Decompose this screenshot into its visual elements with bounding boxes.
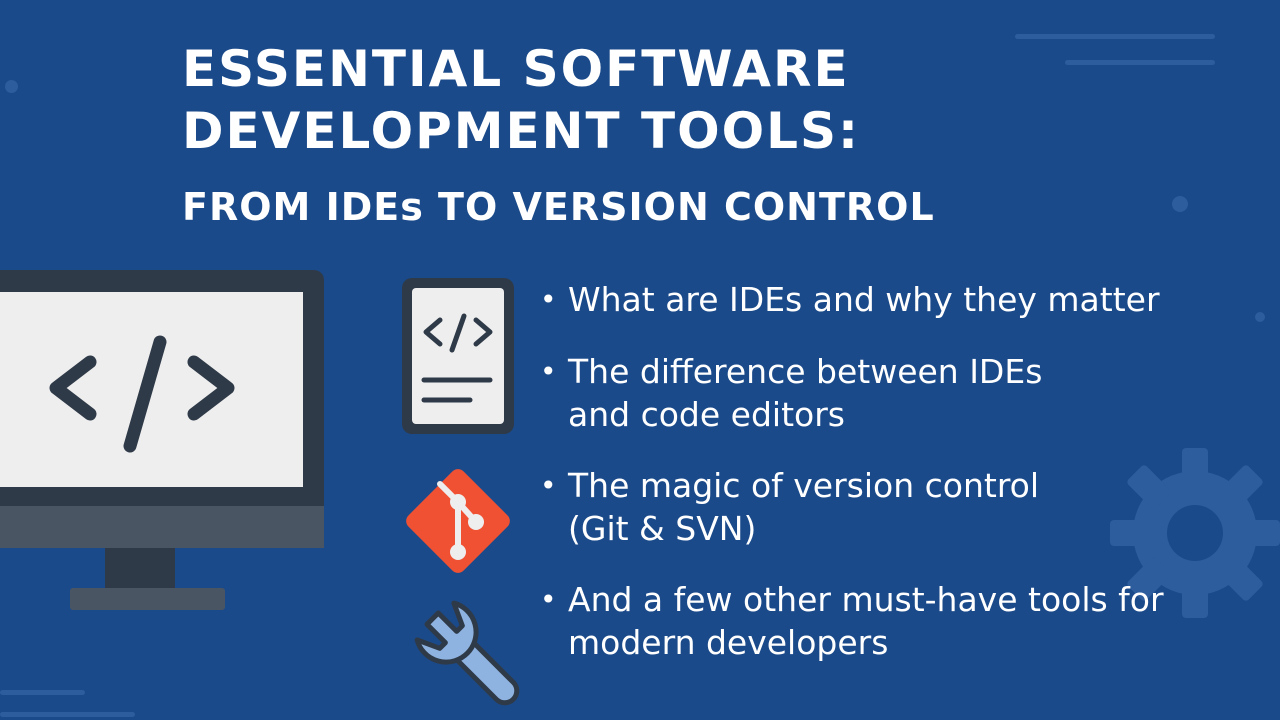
monitor-icon <box>0 270 324 610</box>
bullet-text: What are IDEs and why they matter <box>568 280 1160 319</box>
bullet-dot: • <box>540 283 557 316</box>
bullet-text: The difference between IDEs and code edi… <box>568 352 1043 434</box>
bullet-text: The magic of version control (Git & SVN) <box>568 466 1040 548</box>
list-item: • And a few other must-have tools for mo… <box>540 578 1168 664</box>
bullet-dot: • <box>540 355 557 388</box>
list-item: • The difference between IDEs and code e… <box>540 350 1088 436</box>
wrench-icon <box>414 600 520 706</box>
slide-title: ESSENTIAL SOFTWARE DEVELOPMENT TOOLS: <box>182 40 860 160</box>
list-item: • What are IDEs and why they matter <box>540 278 1218 321</box>
decor-dot <box>1255 312 1265 322</box>
slide-subtitle: FROM IDEs TO VERSION CONTROL <box>182 185 935 229</box>
decor-line <box>1065 60 1215 65</box>
decor-line <box>0 690 85 695</box>
bullet-dot: • <box>540 469 557 502</box>
bullet-text: And a few other must-have tools for mode… <box>568 580 1164 662</box>
bullet-dot: • <box>540 583 557 616</box>
git-icon <box>406 469 510 573</box>
decor-dot <box>1172 196 1188 212</box>
code-file-icon <box>402 278 514 434</box>
decor-dot <box>5 80 18 93</box>
decor-line <box>0 712 135 717</box>
list-item: • The magic of version control (Git & SV… <box>540 464 1088 550</box>
